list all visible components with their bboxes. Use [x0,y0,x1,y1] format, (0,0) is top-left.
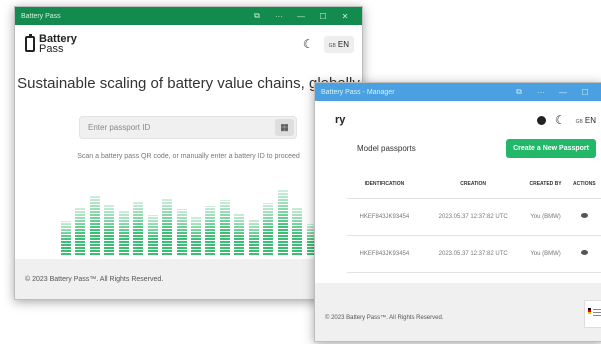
battery-bar [118,211,129,255]
window-titlebar[interactable]: Battery Pass ⧉ ··· — ☐ ✕ [15,7,362,25]
view-icon[interactable] [580,213,588,218]
close-button[interactable]: ✕ [334,12,356,21]
snap-icon[interactable]: ⧉ [508,87,530,97]
app-header: Battery Pass ☾ GB EN [15,25,362,63]
column-creation[interactable]: CREATION [421,170,525,199]
battery-bar [89,196,100,255]
battery-bar [263,203,274,255]
flag-icon: GB [575,118,583,125]
copyright-text: © 2023 Battery Pass™. All Rights Reserve… [25,276,164,283]
brand-line-2: Pass [39,43,64,55]
flag-icon: GB [328,42,336,49]
search-placeholder: Enter passport ID [88,123,151,132]
qr-code-icon[interactable]: ▦ [275,119,294,136]
brand-logo[interactable]: Battery Pass [25,34,77,55]
battery-bar [292,207,303,255]
window-title: Battery Pass [21,12,61,20]
passports-toolbar: Model passports Create a New Passport [357,138,596,158]
window-title: Battery Pass - Manager [321,88,395,96]
footer: © 2023 Battery Pass™. All Rights Reserve… [315,283,601,341]
column-actions[interactable]: ACTIONS [566,170,601,199]
battery-bar [234,213,245,255]
copyright-text: © 2023 Battery Pass™. All Rights Reserve… [325,315,444,321]
battery-bar [61,221,71,255]
maximize-button[interactable]: ☐ [574,88,596,97]
battery-bar [191,217,201,255]
app-header: ry ☾ GB EN [315,101,601,139]
battery-bar [104,205,115,255]
table-header: IDENTIFICATION CREATION CREATED BY ACTIO… [347,170,601,199]
battery-icon [25,34,35,52]
window-titlebar[interactable]: Battery Pass - Manager ⧉ ··· — ☐ [315,83,601,101]
cell-actions [566,235,601,273]
battery-bar [219,200,230,255]
government-logo [584,300,601,328]
battery-bar [133,202,144,255]
battery-bar [75,208,86,255]
maximize-button[interactable]: ☐ [312,12,334,21]
minimize-button[interactable]: — [290,12,312,21]
table-row[interactable]: HKEF843JK93454 2023.05.37 12:37:82 UTC Y… [347,235,601,273]
language-label: EN [584,115,596,125]
table-row[interactable]: HKEF843JK93454 2023.05.37 12:37:82 UTC Y… [347,198,601,236]
language-selector[interactable]: GB EN [323,35,354,53]
footer: © 2023 Battery Pass™. All Rights Reserve… [15,259,362,299]
language-label: EN [337,39,349,49]
battery-bar [176,209,187,255]
cell-actions [566,198,601,236]
battery-bar [248,219,259,255]
cell-created-by: You (BMW) [524,198,567,236]
more-icon[interactable]: ··· [530,88,552,97]
snap-icon[interactable]: ⧉ [246,11,268,21]
section-label: Model passports [357,143,416,153]
column-identification[interactable]: IDENTIFICATION [347,170,422,199]
passport-search-field[interactable]: Enter passport ID ▦ [79,116,297,139]
passports-table: IDENTIFICATION CREATION CREATED BY ACTIO… [347,170,601,273]
cell-creation: 2023.05.37 12:37:82 UTC [421,235,525,273]
cell-created-by: You (BMW) [524,235,567,273]
scan-hint: Scan a battery pass QR code, or manually… [77,153,300,160]
page-headline: Sustainable scaling of battery value cha… [17,75,360,92]
more-icon[interactable]: ··· [268,12,290,21]
battery-bar [277,190,288,255]
battery-bar [205,206,216,255]
column-created-by[interactable]: CREATED BY [524,170,567,199]
manager-window: Battery Pass - Manager ⧉ ··· — ☐ ry ☾ GB… [314,82,601,342]
cell-identification: HKEF843JK93454 [347,235,422,273]
brand-text[interactable]: ry [335,114,345,126]
battery-bar [162,199,173,255]
create-passport-button[interactable]: Create a New Passport [506,138,596,158]
language-selector[interactable]: GB EN [576,116,596,125]
battery-pass-window: Battery Pass ⧉ ··· — ☐ ✕ Battery Pass ☾ G… [14,6,363,300]
dark-mode-icon[interactable]: ☾ [555,113,566,127]
cell-creation: 2023.05.37 12:37:82 UTC [421,198,525,236]
cell-identification: HKEF843JK93454 [347,198,422,236]
minimize-button[interactable]: — [552,88,574,97]
account-icon[interactable] [536,115,546,125]
dark-mode-icon[interactable]: ☾ [303,37,314,51]
view-icon[interactable] [580,250,588,255]
battery-bar [147,215,158,255]
battery-bars-graphic [59,179,319,255]
